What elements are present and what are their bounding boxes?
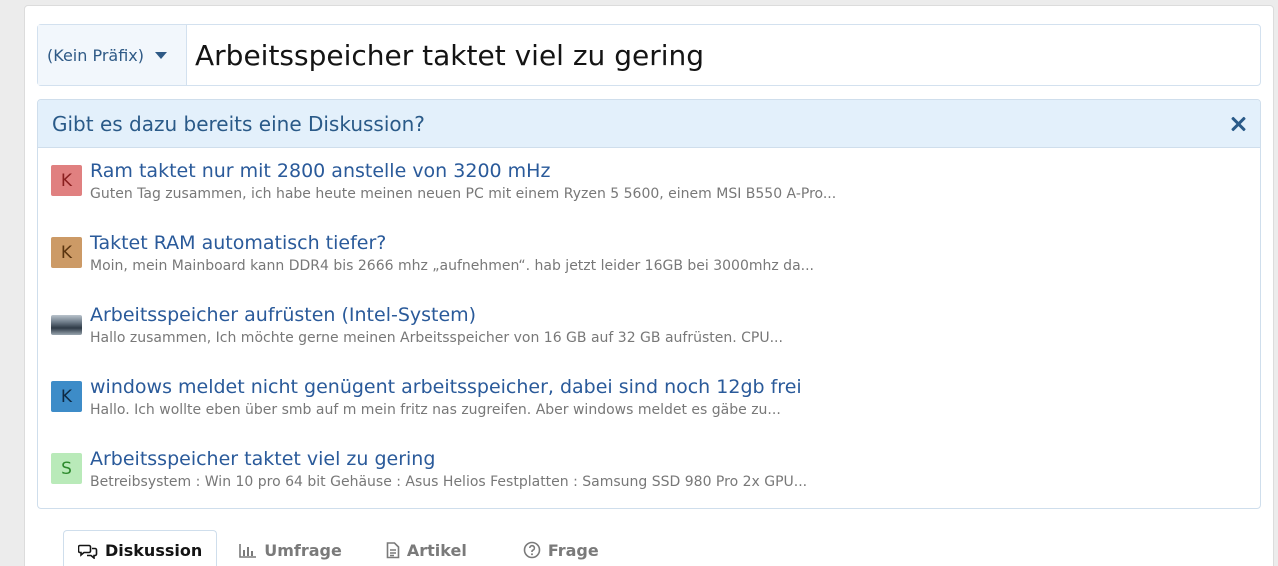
chevron-down-icon — [155, 51, 167, 59]
similar-threads-heading: Gibt es dazu bereits eine Diskussion? — [52, 111, 425, 136]
avatar-letter: K — [60, 386, 73, 407]
avatar-letter: S — [61, 458, 72, 479]
thread-title-input[interactable] — [187, 25, 1260, 85]
prefix-dropdown[interactable]: (Kein Präfix) — [38, 25, 187, 85]
thread-body: Arbeitsspeicher taktet viel zu gering Be… — [90, 446, 807, 492]
list-item: S Arbeitsspeicher taktet viel zu gering … — [51, 440, 1241, 500]
thread-snippet: Moin, mein Mainboard kann DDR4 bis 2666 … — [90, 258, 814, 274]
close-icon[interactable] — [1229, 115, 1247, 133]
avatar[interactable]: K — [51, 381, 82, 412]
list-item: K Taktet RAM automatisch tiefer? Moin, m… — [51, 224, 1241, 284]
tab-label: Diskussion — [105, 541, 203, 560]
tab-label: Frage — [547, 540, 599, 560]
thread-snippet: Hallo. Ich wollte eben über smb auf m me… — [90, 402, 781, 418]
thread-title-link[interactable]: Ram taktet nur mit 2800 anstelle von 320… — [90, 158, 836, 184]
thread-title-link[interactable]: Arbeitsspeicher aufrüsten (Intel-System) — [90, 302, 783, 328]
discussion-icon — [78, 543, 98, 559]
thread-title-link[interactable]: Arbeitsspeicher taktet viel zu gering — [90, 446, 807, 472]
thread-body: windows meldet nicht genügent arbeitsspe… — [90, 374, 802, 420]
tab-label: Umfrage — [264, 540, 342, 560]
avatar-letter: K — [60, 170, 73, 191]
question-circle-icon — [523, 541, 541, 559]
thread-snippet: Hallo zusammen, Ich möchte gerne meinen … — [90, 330, 783, 346]
avatar[interactable]: K — [51, 237, 82, 268]
list-item: K windows meldet nicht genügent arbeitss… — [51, 368, 1241, 428]
thread-title-row: (Kein Präfix) — [37, 24, 1261, 86]
avatar[interactable]: S — [51, 453, 82, 484]
tab-question[interactable]: Frage — [509, 530, 613, 566]
article-doc-icon — [386, 541, 400, 559]
thread-snippet: Betreibsystem : Win 10 pro 64 bit Gehäus… — [90, 474, 808, 490]
thread-title-link[interactable]: windows meldet nicht genügent arbeitsspe… — [90, 374, 802, 400]
tab-poll[interactable]: Umfrage — [225, 530, 356, 566]
avatar-letter: K — [60, 242, 73, 263]
thread-snippet: Guten Tag zusammen, ich habe heute meine… — [90, 186, 837, 202]
avatar[interactable] — [51, 315, 82, 335]
thread-body: Ram taktet nur mit 2800 anstelle von 320… — [90, 158, 836, 204]
tab-discussion[interactable]: Diskussion — [63, 530, 218, 566]
similar-threads-box: Gibt es dazu bereits eine Diskussion? K … — [37, 99, 1261, 509]
similar-threads-header: Gibt es dazu bereits eine Diskussion? — [38, 100, 1260, 148]
poll-chart-icon — [239, 543, 257, 558]
prefix-label: (Kein Präfix) — [47, 45, 144, 65]
tab-label: Artikel — [406, 540, 467, 560]
thread-body: Arbeitsspeicher aufrüsten (Intel-System)… — [90, 302, 783, 348]
thread-body: Taktet RAM automatisch tiefer? Moin, mei… — [90, 230, 814, 276]
avatar[interactable]: K — [51, 165, 82, 196]
list-item: K Ram taktet nur mit 2800 anstelle von 3… — [51, 152, 1241, 212]
thread-title-link[interactable]: Taktet RAM automatisch tiefer? — [90, 230, 814, 256]
tab-article[interactable]: Artikel — [372, 530, 481, 566]
thread-type-tabs: Diskussion Umfrage Artikel Frage — [63, 530, 613, 566]
list-item: Arbeitsspeicher aufrüsten (Intel-System)… — [51, 296, 1241, 356]
